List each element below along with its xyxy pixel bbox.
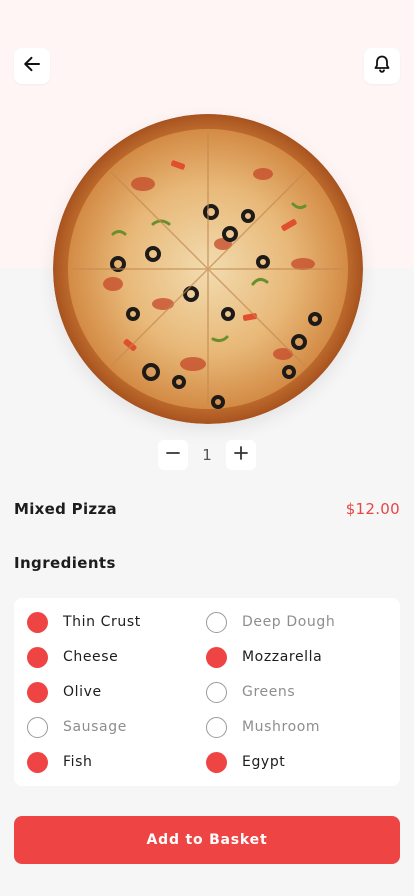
ingredient-option[interactable]: Olive bbox=[27, 681, 102, 703]
ingredient-label: Greens bbox=[242, 684, 296, 700]
decrement-button[interactable] bbox=[158, 440, 188, 470]
product-header: Mixed Pizza $12.00 bbox=[14, 500, 400, 518]
pizza-image bbox=[53, 114, 363, 424]
arrow-left-icon bbox=[22, 54, 42, 78]
ingredient-label: Sausage bbox=[63, 719, 127, 735]
radio-indicator-icon bbox=[206, 646, 227, 668]
ingredient-option[interactable]: Greens bbox=[206, 681, 295, 703]
radio-indicator-icon bbox=[206, 716, 227, 738]
ingredient-label: Olive bbox=[63, 684, 102, 700]
ingredient-option[interactable]: Deep Dough bbox=[206, 611, 335, 633]
radio-indicator-icon bbox=[206, 751, 227, 773]
ingredient-label: Egypt bbox=[242, 754, 286, 770]
notification-button[interactable] bbox=[364, 48, 400, 84]
plus-icon bbox=[233, 445, 249, 465]
ingredient-label: Mozzarella bbox=[242, 649, 323, 665]
ingredient-option[interactable]: Cheese bbox=[27, 646, 118, 668]
quantity-stepper: 1 bbox=[158, 440, 256, 470]
radio-indicator-icon bbox=[27, 681, 48, 703]
ingredient-option[interactable]: Mushroom bbox=[206, 716, 320, 738]
radio-indicator-icon bbox=[27, 611, 48, 633]
ingredient-label: Cheese bbox=[63, 649, 119, 665]
radio-indicator-icon bbox=[27, 646, 48, 668]
ingredient-option[interactable]: Mozzarella bbox=[206, 646, 322, 668]
increment-button[interactable] bbox=[226, 440, 256, 470]
ingredient-option[interactable]: Thin Crust bbox=[27, 611, 141, 633]
ingredient-label: Thin Crust bbox=[63, 614, 141, 630]
ingredient-label: Mushroom bbox=[242, 719, 321, 735]
product-name: Mixed Pizza bbox=[14, 500, 117, 518]
radio-indicator-icon bbox=[27, 751, 48, 773]
minus-icon bbox=[165, 445, 181, 465]
bell-icon bbox=[372, 54, 392, 78]
quantity-value: 1 bbox=[202, 446, 212, 464]
product-price: $12.00 bbox=[345, 500, 400, 518]
ingredients-list: Thin Crust Deep Dough Cheese Mozzarella … bbox=[14, 598, 400, 786]
ingredient-option[interactable]: Fish bbox=[27, 751, 93, 773]
radio-indicator-icon bbox=[206, 681, 227, 703]
back-button[interactable] bbox=[14, 48, 50, 84]
add-to-basket-button[interactable]: Add to Basket bbox=[14, 816, 400, 864]
ingredient-label: Fish bbox=[63, 754, 93, 770]
radio-indicator-icon bbox=[206, 611, 227, 633]
radio-indicator-icon bbox=[27, 716, 48, 738]
ingredient-option[interactable]: Egypt bbox=[206, 751, 285, 773]
ingredient-option[interactable]: Sausage bbox=[27, 716, 127, 738]
ingredient-label: Deep Dough bbox=[242, 614, 336, 630]
ingredients-title: Ingredients bbox=[14, 554, 116, 572]
